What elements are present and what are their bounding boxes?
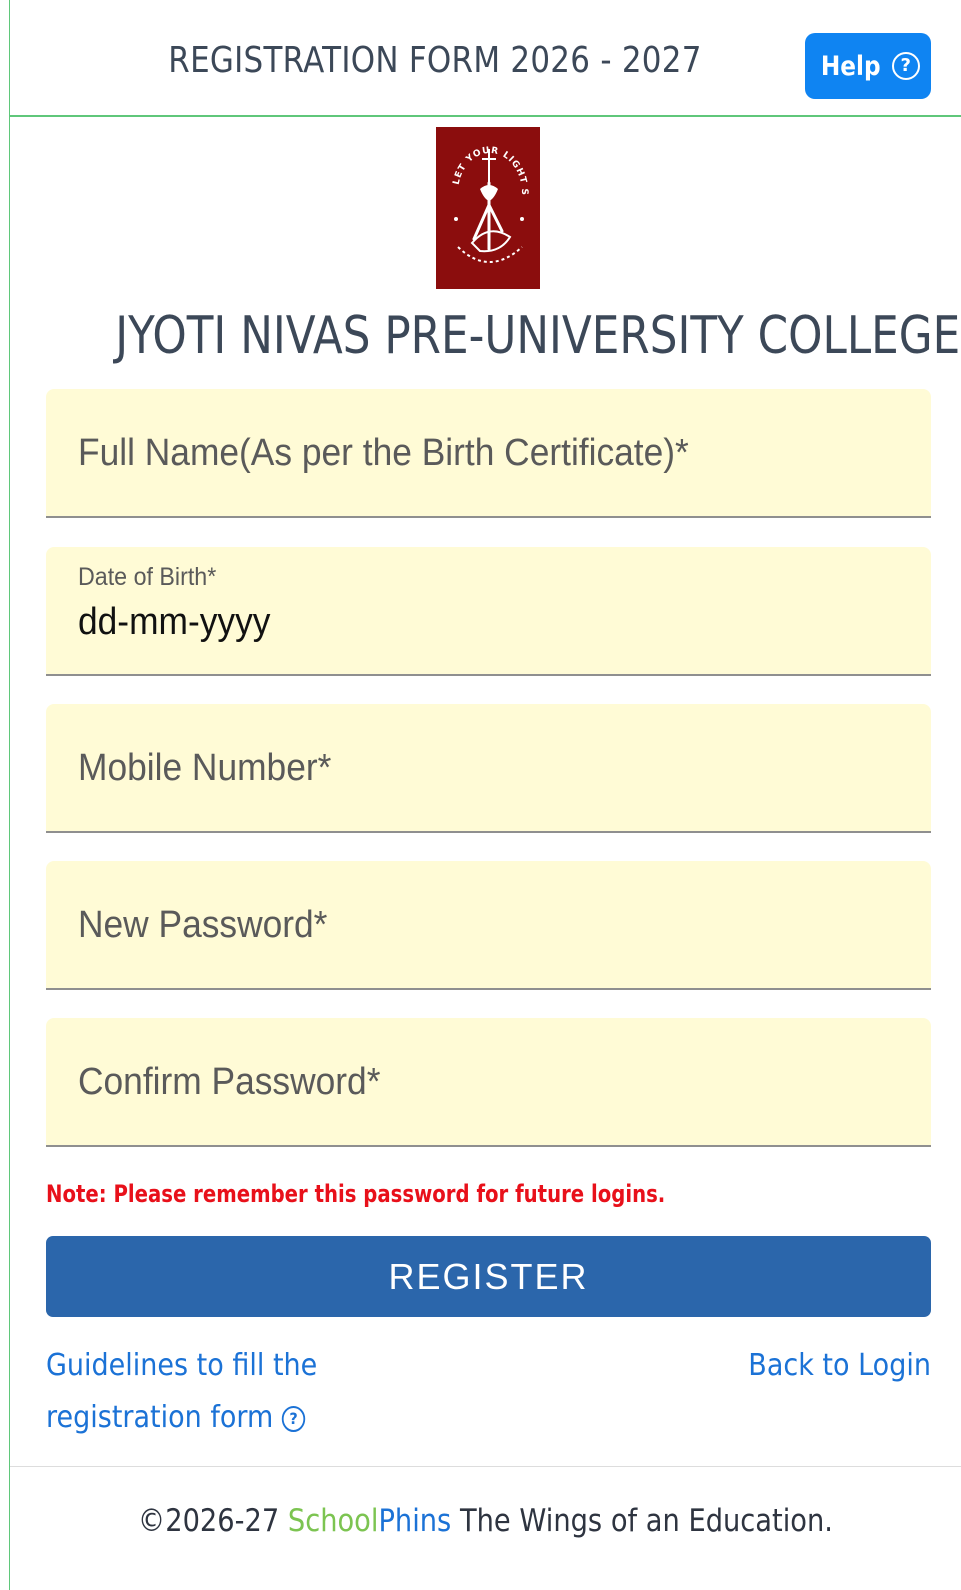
footer-divider	[10, 1466, 961, 1467]
new-password-field[interactable]: New Password*	[46, 861, 931, 990]
form-header: REGISTRATION FORM 2026 - 2027 Help ?	[10, 0, 961, 117]
date-of-birth-label: Date of Birth*	[78, 563, 217, 591]
college-logo: LET YOUR LIGHT SHINE	[432, 120, 540, 289]
page-title: REGISTRATION FORM 2026 - 2027	[168, 40, 702, 81]
confirm-password-field[interactable]: Confirm Password*	[46, 1018, 931, 1147]
mobile-number-placeholder: Mobile Number*	[78, 747, 332, 789]
question-circle-icon: ?	[281, 1406, 306, 1432]
footer-tagline: The Wings of an Education.	[459, 1503, 833, 1539]
footer-brand-phins: Phins	[378, 1503, 452, 1539]
full-name-placeholder: Full Name(As per the Birth Certificate)*	[78, 432, 689, 474]
mobile-number-field[interactable]: Mobile Number*	[46, 704, 931, 833]
date-of-birth-value: dd-mm-yyyy	[78, 601, 271, 643]
back-to-login-link[interactable]: Back to Login	[748, 1340, 931, 1392]
help-button-label: Help	[821, 50, 881, 82]
question-circle-icon: ?	[891, 52, 920, 80]
college-logo-emblem: LET YOUR LIGHT SHINE	[432, 120, 529, 263]
guidelines-link-line2: registration form	[46, 1400, 274, 1435]
register-button[interactable]: REGISTER	[46, 1236, 931, 1317]
footer: ©2026-27 SchoolPhins The Wings of an Edu…	[67, 1503, 904, 1539]
footer-brand-school: School	[287, 1503, 379, 1539]
new-password-placeholder: New Password*	[78, 904, 328, 946]
confirm-password-placeholder: Confirm Password*	[78, 1061, 381, 1103]
guidelines-link[interactable]: Guidelines to fill the registration form…	[46, 1340, 317, 1444]
password-note: Note: Please remember this password for …	[46, 1180, 666, 1208]
date-of-birth-field[interactable]: Date of Birth* dd-mm-yyyy	[46, 547, 931, 676]
guidelines-link-line1: Guidelines to fill the	[46, 1348, 318, 1383]
logo-motto: LET YOUR LIGHT SHINE	[432, 120, 528, 196]
college-name: JYOTI NIVAS PRE-UNIVERSITY COLLEGE	[115, 306, 961, 366]
help-button[interactable]: Help ?	[805, 33, 931, 99]
svg-text:LET YOUR LIGHT SHINE: LET YOUR LIGHT SHINE	[436, 127, 529, 196]
registration-card: REGISTRATION FORM 2026 - 2027 Help ? LET…	[9, 0, 961, 1590]
full-name-field[interactable]: Full Name(As per the Birth Certificate)*	[46, 389, 931, 518]
register-button-label: REGISTER	[388, 1255, 589, 1297]
footer-copyright: ©2026-27	[137, 1503, 280, 1539]
